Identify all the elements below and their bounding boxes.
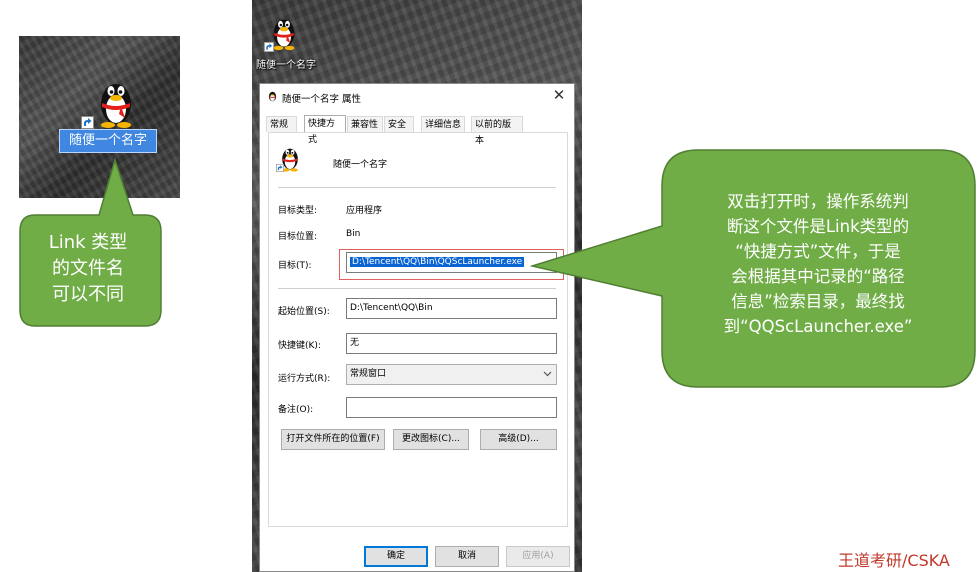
callout-right-line: 到“QQScLauncher.exe” — [723, 317, 913, 336]
callout-left-line: Link 类型 — [48, 232, 128, 253]
dialog-titlebar[interactable]: 随便一个名字 属性 ✕ — [260, 84, 574, 108]
callout-right-text: 双击打开时，操作系统判 断这个文件是Link类型的 “快捷方式”文件，于是 会根… — [666, 189, 970, 339]
start-in-label: 起始位置(S): — [278, 307, 330, 317]
qq-penguin-icon — [268, 91, 277, 102]
callout-left-line: 可以不同 — [52, 284, 124, 305]
tab-security[interactable]: 安全 — [384, 116, 414, 132]
callout-right-line: 双击打开时，操作系统判 — [727, 192, 909, 211]
shortcut-arrow-icon — [264, 42, 274, 52]
cancel-button[interactable]: 取消 — [435, 546, 499, 567]
watermark-text: 王道考研/CSKA — [838, 551, 950, 570]
target-label: 目标(T): — [278, 261, 312, 271]
tab-shortcut[interactable]: 快捷方式 — [304, 115, 346, 145]
callout-right-line: 会根据其中记录的“路径 — [731, 267, 905, 286]
run-select-value: 常规窗口 — [350, 369, 387, 379]
qq-penguin-icon[interactable] — [93, 74, 139, 130]
apply-button[interactable]: 应用(A) — [506, 546, 570, 567]
tab-general[interactable]: 常规 — [266, 116, 297, 132]
separator — [278, 187, 556, 188]
tab-details[interactable]: 详细信息 — [421, 116, 465, 132]
target-type-label: 目标类型: — [278, 206, 318, 216]
callout-right-line: 断这个文件是Link类型的 — [726, 217, 910, 236]
callout-right-line: “快捷方式”文件，于是 — [735, 242, 901, 261]
close-icon[interactable]: ✕ — [550, 86, 568, 104]
change-icon-button[interactable]: 更改图标(C)... — [393, 429, 469, 450]
open-file-location-button[interactable]: 打开文件所在的位置(F) — [281, 429, 385, 450]
callout-left-line: 的文件名 — [52, 258, 124, 279]
shortcut-tab-panel — [268, 132, 568, 527]
target-type-value: 应用程序 — [346, 206, 383, 216]
callout-right-line: 信息”检索目录，最终找 — [731, 292, 905, 311]
shortcut-key-field[interactable]: 无 — [346, 333, 557, 354]
run-label: 运行方式(R): — [278, 374, 331, 384]
shortcut-name: 随便一个名字 — [333, 160, 388, 170]
run-select[interactable]: 常规窗口 — [346, 364, 557, 385]
tab-previous-versions[interactable]: 以前的版本 — [471, 116, 523, 146]
desktop-icon-label[interactable]: 随便一个名字 — [256, 56, 316, 71]
comment-field[interactable] — [346, 397, 557, 418]
shortcut-arrow-icon — [81, 116, 94, 129]
thumbnail-icon-label[interactable]: 随便一个名字 — [59, 129, 157, 153]
callout-left-text: Link 类型 的文件名 可以不同 — [26, 230, 150, 308]
start-in-field[interactable]: D:\Tencent\QQ\Bin — [346, 298, 557, 319]
target-location-value: Bin — [346, 229, 361, 239]
separator — [278, 288, 556, 289]
properties-dialog: 随便一个名字 属性 ✕ 常规 快捷方式 兼容性 安全 详细信息 以前的版本 随便… — [259, 83, 575, 572]
advanced-button[interactable]: 高级(D)... — [480, 429, 557, 450]
dialog-title: 随便一个名字 属性 — [282, 94, 362, 105]
shortcut-key-label: 快捷键(K): — [278, 341, 321, 351]
target-location-label: 目标位置: — [278, 232, 318, 242]
ok-button[interactable]: 确定 — [364, 546, 428, 567]
comment-label: 备注(O): — [278, 405, 314, 415]
tab-compatibility[interactable]: 兼容性 — [347, 116, 383, 132]
shortcut-arrow-icon — [276, 164, 284, 172]
